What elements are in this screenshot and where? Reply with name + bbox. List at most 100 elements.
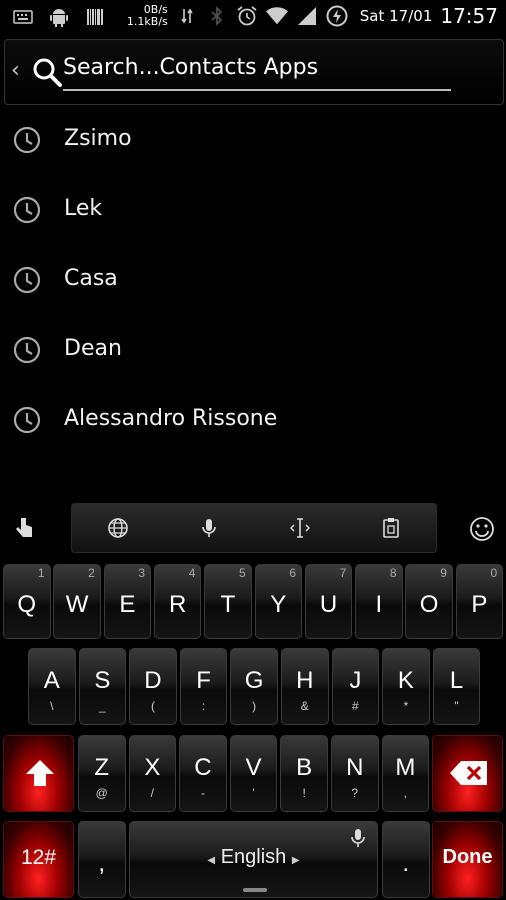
back-chevron-icon[interactable]: ‹ (11, 58, 20, 83)
key-label: L (449, 667, 464, 694)
emoji-icon[interactable] (467, 514, 497, 544)
key-label: J (349, 667, 362, 694)
search-input[interactable]: Search...Contacts Apps (63, 55, 318, 80)
key-label: G (244, 667, 264, 694)
status-bar: 0B/s 1.1kB/s Sat 17/01 17:57 (0, 0, 506, 36)
history-clock-icon (12, 125, 42, 159)
android-icon (48, 6, 70, 28)
key-h[interactable]: H & (281, 648, 329, 725)
shift-arrow-icon (24, 758, 56, 792)
contact-name: Zsimo (64, 126, 132, 151)
microphone-icon[interactable] (194, 513, 224, 543)
keyboard-settings-icon[interactable] (10, 514, 40, 544)
keyboard-toolbar (71, 503, 437, 553)
key-alt-label: - (200, 786, 205, 800)
contact-item[interactable]: Lek (0, 175, 506, 245)
done-key[interactable]: Done (432, 821, 503, 898)
key-label: R (168, 591, 187, 618)
key-b[interactable]: B! (280, 735, 328, 812)
barcode-icon (84, 6, 106, 28)
period-label: . (402, 850, 410, 877)
contact-name: Lek (64, 196, 103, 221)
bluetooth-icon (206, 5, 228, 27)
keyboard-handle[interactable] (243, 888, 267, 892)
key-alt-label: & (300, 699, 309, 713)
key-x[interactable]: X / (128, 735, 177, 812)
key-f[interactable]: F: (179, 648, 228, 725)
key-l[interactable]: L " (432, 648, 481, 725)
key-r[interactable]: 4R (153, 564, 202, 639)
contact-name: Alessandro Rissone (64, 406, 278, 431)
key-w[interactable]: 2W (53, 564, 101, 639)
key-s[interactable]: S _ (78, 648, 127, 725)
contact-item[interactable]: Casa (0, 245, 506, 315)
key-label: X (144, 754, 161, 781)
key-g[interactable]: G) (230, 648, 278, 725)
key-k[interactable]: K * (382, 648, 430, 725)
key-u[interactable]: 7U (304, 564, 353, 639)
key-e[interactable]: 3E (103, 564, 152, 639)
key-number-label: 8 (389, 566, 397, 580)
key-a[interactable]: A \ (28, 648, 76, 725)
key-q[interactable]: 1Q (3, 564, 51, 639)
key-alt-label: ! (302, 786, 306, 800)
clipboard-icon[interactable] (376, 513, 406, 543)
key-alt-label: ? (351, 786, 359, 800)
done-label: Done (442, 846, 493, 868)
search-icon (31, 56, 63, 92)
key-number-label: 6 (289, 566, 296, 580)
key-z[interactable]: Z @ (78, 735, 126, 812)
contact-item[interactable]: Zsimo (0, 105, 506, 175)
key-number-label: 2 (88, 566, 95, 580)
key-j[interactable]: J # (331, 648, 380, 725)
comma-label: , (98, 850, 106, 877)
key-number-label: 4 (188, 566, 196, 580)
key-d[interactable]: D( (129, 648, 177, 725)
status-time: 17:57 (440, 4, 498, 28)
space-key[interactable]: ◀ English ▶ (129, 821, 378, 898)
symbols-key[interactable]: 12# (3, 821, 74, 898)
history-clock-icon (12, 335, 42, 369)
key-label: V (245, 754, 262, 781)
backspace-icon (449, 760, 489, 790)
key-c[interactable]: C- (179, 735, 227, 812)
key-alt-label: / (150, 786, 155, 800)
space-language: ◀ English ▶ (130, 846, 377, 869)
key-v[interactable]: V ' (229, 735, 278, 812)
key-n[interactable]: N? (331, 735, 379, 812)
key-i[interactable]: 8I (355, 564, 403, 639)
key-label: H (296, 667, 314, 694)
contact-item[interactable]: Alessandro Rissone (0, 385, 506, 455)
comma-key[interactable]: , (78, 821, 126, 898)
key-label: P (471, 591, 488, 618)
contact-item[interactable]: Dean (0, 315, 506, 385)
key-alt-label: ( (150, 699, 155, 713)
contact-name: Casa (64, 266, 118, 291)
globe-icon[interactable] (103, 513, 133, 543)
key-alt-label: " (454, 699, 459, 713)
key-label: B (296, 754, 313, 781)
alarm-icon (236, 5, 258, 27)
key-p[interactable]: 0P (455, 564, 504, 639)
search-bar[interactable]: ‹ Search...Contacts Apps (4, 39, 504, 105)
backspace-key[interactable] (432, 735, 503, 812)
key-alt-label: : (201, 699, 206, 713)
key-number-label: 7 (339, 566, 347, 580)
key-y[interactable]: 6Y (254, 564, 302, 639)
key-m[interactable]: M, (381, 735, 430, 812)
key-o[interactable]: 9O (405, 564, 453, 639)
key-number-label: 0 (490, 566, 498, 580)
key-label: Q (17, 591, 37, 618)
key-number-label: 3 (138, 566, 146, 580)
period-key[interactable]: . (382, 821, 430, 898)
network-speed: 0B/s 1.1kB/s (127, 4, 168, 28)
data-transfer-icon (176, 5, 198, 27)
key-label: E (119, 591, 136, 618)
key-label: W (65, 591, 89, 618)
arrow-right-icon: ▶ (291, 855, 300, 866)
key-number-label: 9 (440, 566, 447, 580)
shift-key[interactable] (3, 735, 74, 812)
history-clock-icon (12, 265, 42, 299)
key-t[interactable]: 5T (204, 564, 252, 639)
cursor-icon[interactable] (285, 513, 315, 543)
